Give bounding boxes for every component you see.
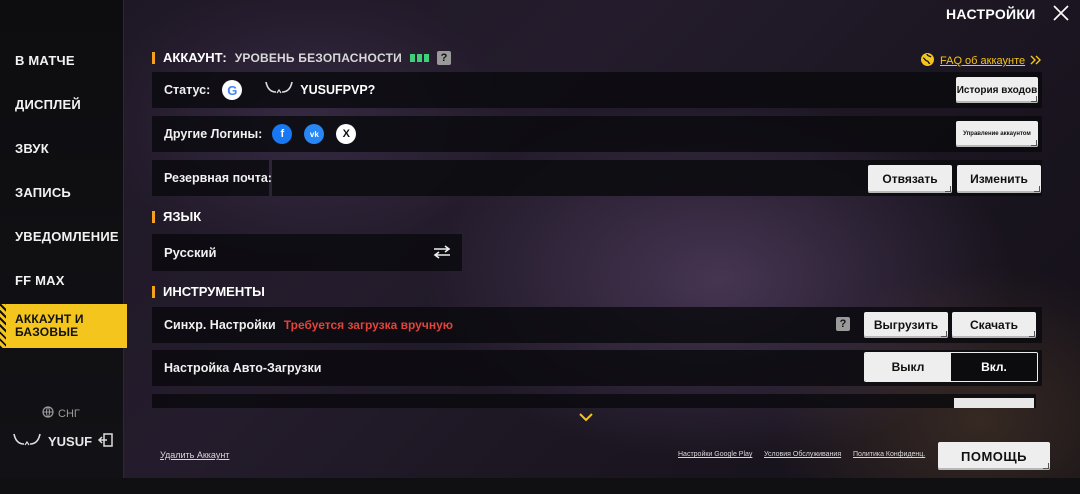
google-icon: G — [222, 80, 243, 100]
security-level-meter — [409, 53, 429, 62]
sync-settings-label: Синхр. Настройки — [164, 318, 276, 332]
facebook-icon[interactable]: f — [272, 124, 293, 144]
sidebar-item-label: ЗВУК — [15, 140, 49, 156]
scroll-down-chevron-icon[interactable] — [578, 410, 594, 424]
upload-button[interactable]: Выгрузить — [864, 312, 948, 338]
other-logins-label: Другие Логины: — [164, 127, 263, 141]
section-bar — [152, 210, 155, 223]
download-button[interactable]: Скачать — [952, 312, 1036, 338]
section-bar — [152, 51, 155, 64]
sidebar-item-sound[interactable]: ЗВУК — [0, 126, 124, 170]
sync-warning-text: Требуется загрузка вручную — [283, 318, 453, 332]
tools-title: ИНСТРУМЕНТЫ — [163, 284, 265, 299]
delete-account-link[interactable]: Удалить Аккаунт — [160, 450, 229, 460]
region-label: СНГ — [58, 407, 80, 420]
security-level-label: УРОВЕНЬ БЕЗОПАСНОСТИ — [234, 50, 402, 65]
sidebar-item-label: В МАТЧЕ — [15, 52, 75, 68]
sidebar-item-label: АККАУНТ И БАЗОВЫЕ — [15, 311, 84, 339]
logout-icon[interactable] — [98, 432, 114, 451]
sidebar-item-display[interactable]: ДИСПЛЕЙ — [0, 82, 124, 126]
terms-link[interactable]: Условия Обслуживания — [764, 451, 841, 458]
status-label: Статус: — [164, 83, 211, 97]
sidebar-item-account[interactable]: АККАУНТ И БАЗОВЫЕ — [0, 304, 127, 348]
language-selector[interactable]: Русский — [152, 234, 462, 271]
page-title: НАСТРОЙКИ — [946, 6, 1036, 22]
change-button[interactable]: Изменить — [957, 165, 1041, 193]
vk-icon[interactable]: vk — [304, 124, 325, 144]
swap-arrows-icon — [432, 245, 452, 264]
username: YUSUF — [48, 434, 93, 449]
language-title: ЯЗЫК — [163, 209, 202, 224]
globe-icon — [42, 406, 54, 421]
privacy-link[interactable]: Политика Конфиденц. — [853, 451, 925, 458]
account-title: АККАУНТ: — [163, 50, 227, 65]
sidebar-item-label: FF MAX — [15, 272, 65, 288]
unlink-button[interactable]: Отвязать — [868, 165, 952, 193]
sidebar-item-in-match[interactable]: В МАТЧЕ — [0, 38, 124, 82]
account-nickname: YUSUFPVP? — [300, 83, 376, 97]
x-icon[interactable]: X — [336, 124, 357, 144]
toggle-on-option[interactable]: Вкл. — [951, 353, 1037, 381]
horns-avatar-icon — [264, 80, 294, 101]
sidebar-item-label: ДИСПЛЕЙ — [15, 96, 81, 112]
account-section-title: АККАУНТ: УРОВЕНЬ БЕЗОПАСНОСТИ ? — [152, 50, 451, 65]
region-indicator[interactable]: СНГ — [42, 406, 80, 421]
manage-account-button[interactable]: Управление аккаунтом — [956, 121, 1038, 147]
help-question-icon[interactable]: ? — [836, 317, 850, 331]
user-row: YUSUF — [12, 432, 114, 451]
sidebar: В МАТЧЕ ДИСПЛЕЙ ЗВУК ЗАПИСЬ УВЕДОМЛЕНИЕ … — [0, 0, 127, 478]
help-button[interactable]: ПОМОЩЬ — [938, 442, 1050, 470]
faq-account-link[interactable]: FAQ об аккаунте — [920, 52, 1042, 70]
language-value: Русский — [164, 245, 217, 260]
other-logins-row: Другие Логины: f vk X — [152, 116, 1042, 152]
tools-section-title: ИНСТРУМЕНТЫ — [152, 284, 265, 299]
horns-avatar-icon — [12, 432, 42, 451]
partial-row-cut-off — [152, 394, 1036, 408]
login-history-button[interactable]: История входов — [956, 77, 1038, 103]
toggle-off-option[interactable]: Выкл — [865, 353, 951, 381]
autoload-label: Настройка Авто-Загрузки — [164, 361, 322, 375]
close-icon — [1053, 5, 1069, 21]
status-row: Статус: G YUSUFPVP? — [152, 72, 1042, 108]
partial-button — [954, 398, 1034, 408]
double-chevron-right-icon — [1030, 55, 1042, 68]
faq-link-label: FAQ об аккаунте — [940, 55, 1026, 67]
section-bar — [152, 285, 155, 298]
backup-email-label: Резервная почта: — [164, 171, 272, 185]
globe-icon — [920, 52, 935, 70]
help-question-icon[interactable]: ? — [436, 50, 451, 65]
sidebar-item-recording[interactable]: ЗАПИСЬ — [0, 170, 124, 214]
sidebar-item-ff-max[interactable]: FF MAX — [0, 258, 124, 302]
backup-email-label-box: Резервная почта: — [152, 160, 272, 196]
bottom-strip — [0, 478, 1080, 494]
sidebar-item-label: ЗАПИСЬ — [15, 184, 71, 200]
google-play-settings-link[interactable]: Настройки Google Play — [678, 451, 752, 458]
autoload-toggle[interactable]: Выкл Вкл. — [864, 352, 1038, 382]
sidebar-item-notifications[interactable]: УВЕДОМЛЕНИЕ — [0, 214, 124, 258]
close-button[interactable] — [1046, 0, 1076, 26]
sidebar-item-label: УВЕДОМЛЕНИЕ — [15, 228, 119, 244]
language-section-title: ЯЗЫК — [152, 209, 201, 224]
